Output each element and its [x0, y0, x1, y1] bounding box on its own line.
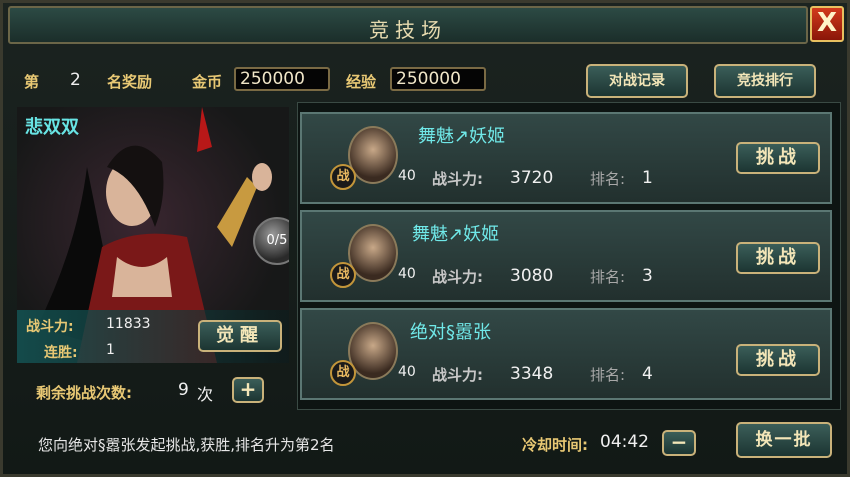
challenges-label: 剩余挑战次数: — [36, 384, 132, 402]
hero-name: 悲双双 — [25, 117, 79, 138]
plus-icon: + — [239, 377, 257, 401]
challenge-button[interactable]: 挑战 — [736, 142, 820, 174]
arena-rank-button[interactable]: 竞技排行 — [714, 64, 816, 98]
awaken-button[interactable]: 觉醒 — [198, 320, 282, 352]
close-button[interactable]: X — [810, 6, 844, 42]
opponent-rank-label: 排名: — [590, 268, 626, 286]
gold-label: 金币 — [192, 73, 223, 91]
battle-log-button[interactable]: 对战记录 — [586, 64, 688, 98]
reward-prefix: 第 — [24, 73, 40, 91]
opponent-rank-value: 1 — [642, 168, 653, 188]
opponent-power-label: 战斗力: — [432, 268, 483, 286]
window-title: 竞技场 — [369, 18, 447, 42]
reward-rank: 2 — [70, 70, 81, 90]
opponent-level: 40 — [398, 266, 416, 282]
battle-badge-icon: 战 — [330, 360, 356, 386]
opponent-name: 舞魅↗妖姬 — [412, 224, 500, 245]
cooldown-label: 冷却时间: — [522, 436, 588, 454]
hero-streak-value: 1 — [106, 342, 115, 358]
reward-suffix: 名奖励 — [107, 73, 153, 91]
battle-badge-icon: 战 — [330, 164, 356, 190]
opponent-power-value: 3348 — [510, 364, 554, 384]
clear-cooldown-button[interactable]: − — [662, 430, 696, 456]
battle-badge-icon: 战 — [330, 262, 356, 288]
challenge-button[interactable]: 挑战 — [736, 344, 820, 376]
challenges-count: 9 — [178, 380, 189, 400]
hero-power-value: 11833 — [106, 316, 151, 332]
opponent-power-label: 战斗力: — [432, 366, 483, 384]
opponent-power-label: 战斗力: — [432, 170, 483, 188]
hero-streak-label: 连胜: — [44, 345, 78, 361]
opponent-name: 舞魅↗妖姬 — [418, 126, 506, 147]
gold-value: 250000 — [234, 67, 330, 91]
hero-power-label: 战斗力: — [26, 319, 74, 335]
challenge-button[interactable]: 挑战 — [736, 242, 820, 274]
opponent-level: 40 — [398, 168, 416, 184]
refresh-opponents-button[interactable]: 换一批 — [736, 422, 832, 458]
opponent-name: 绝对§嚣张 — [410, 322, 491, 343]
minus-icon: − — [670, 430, 688, 454]
opponent-rank-label: 排名: — [590, 170, 626, 188]
battle-result-message: 您向绝对§嚣张发起挑战,获胜,排名升为第2名 — [38, 436, 335, 454]
opponent-power-value: 3720 — [510, 168, 554, 188]
opponent-rank-value: 3 — [642, 266, 653, 286]
exp-value: 250000 — [390, 67, 486, 91]
close-icon: X — [816, 8, 838, 38]
opponent-rank-label: 排名: — [590, 366, 626, 384]
add-challenges-button[interactable]: + — [232, 377, 264, 403]
exp-label: 经验 — [346, 73, 377, 91]
opponent-card-1: 战 40 舞魅↗妖姬 战斗力: 3720 排名: 1 挑战 — [300, 112, 832, 204]
opponent-power-value: 3080 — [510, 266, 554, 286]
opponent-level: 40 — [398, 364, 416, 380]
opponent-card-3: 战 40 绝对§嚣张 战斗力: 3348 排名: 4 挑战 — [300, 308, 832, 400]
title-bar: 竞技场 — [8, 6, 808, 44]
opponent-card-2: 战 40 舞魅↗妖姬 战斗力: 3080 排名: 3 挑战 — [300, 210, 832, 302]
cooldown-timer: 04:42 — [600, 432, 649, 452]
challenges-unit: 次 — [197, 385, 214, 404]
opponent-rank-value: 4 — [642, 364, 653, 384]
